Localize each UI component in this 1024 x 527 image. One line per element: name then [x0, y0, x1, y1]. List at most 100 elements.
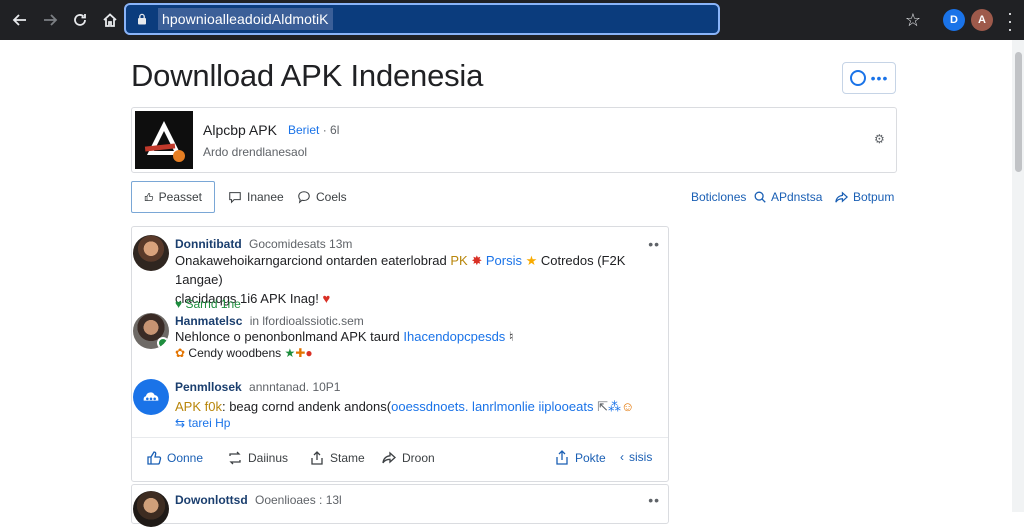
app-meta-link[interactable]: Beriet	[288, 123, 319, 137]
app-meta: Beriet · 6l	[288, 123, 339, 137]
upload-icon	[556, 450, 568, 465]
link-icon: ⇆	[175, 416, 186, 430]
scrollbar-thumb[interactable]	[1015, 52, 1022, 172]
bookmark-star-icon[interactable]: ☆	[902, 9, 924, 31]
page-options-button[interactable]: •••	[842, 62, 896, 94]
post-link[interactable]: Porsis	[482, 253, 525, 268]
extension-icon[interactable]: D	[943, 9, 965, 31]
more-icon[interactable]: ••	[648, 492, 660, 508]
app-logo	[135, 111, 193, 169]
flower-icon: ✿	[175, 346, 186, 360]
post-header: Dowonlottsd Ooenlioaes : 13l	[175, 493, 342, 507]
post-link[interactable]: Ihacendopcpesds	[403, 329, 505, 344]
post-header: Donnitibatd Gocomidesats 13m	[175, 237, 352, 251]
scrollbar[interactable]	[1012, 40, 1024, 512]
cloud-icon	[143, 392, 159, 401]
feed-card: Donnitibatd Gocomidesats 13m •• Onakaweh…	[131, 226, 669, 482]
post-author[interactable]: Donnitibatd	[175, 237, 242, 251]
link-botpum[interactable]: Botpum	[834, 181, 894, 213]
post-tag: PK	[450, 253, 468, 268]
tab-comment[interactable]: Inanee	[228, 181, 284, 213]
like-button[interactable]: Oonne	[146, 450, 203, 466]
url-text[interactable]: hpownioalleadoidAldmotiK	[158, 8, 333, 30]
address-bar[interactable]: hpownioalleadoidAldmotiK	[124, 3, 720, 35]
post-header: Penmllosek annntanad. 10P1	[175, 380, 340, 394]
more-icon[interactable]: ••	[648, 236, 660, 252]
post-meta: in lfordioalssiotic.sem	[249, 314, 364, 328]
post-reaction[interactable]: ✿ Cendy woodbens ★✚●	[175, 346, 313, 360]
avatar[interactable]	[133, 491, 169, 527]
pocket-button[interactable]: Pokte	[554, 450, 606, 466]
browser-toolbar: hpownioalleadoidAldmotiK ☆ D A · · ·	[0, 0, 1024, 40]
tab-post[interactable]: Peasset	[131, 181, 215, 213]
heart-icon: ●	[305, 346, 313, 360]
page-title: Downlload APK Indenesia	[131, 58, 484, 93]
repost-label: Daiinus	[248, 451, 289, 465]
home-icon[interactable]	[96, 6, 124, 34]
tab-post-label: Peasset	[158, 190, 202, 204]
online-badge	[157, 337, 169, 349]
post-text: APK f0k: beag cornd andenk andons(ooessd…	[175, 397, 665, 416]
settings-icon[interactable]: ⚙	[874, 133, 886, 145]
app-card[interactable]: Alpcbp APK Beriet · 6l Ardo drendlanesao…	[131, 107, 897, 173]
share-arrow-icon	[835, 190, 849, 203]
app-meta-extra: · 6l	[322, 123, 340, 137]
lock-icon	[138, 13, 146, 25]
back-icon[interactable]	[6, 6, 34, 34]
post-reaction[interactable]: ♥ Sarnd 1ne	[175, 297, 241, 311]
star-icon: ★	[525, 253, 538, 268]
link-apdnstsa[interactable]: APdnstsa	[753, 181, 822, 213]
shield-icon: ♥	[175, 297, 183, 311]
share-button[interactable]: Stame	[309, 450, 365, 466]
post-action-bar: Oonne Daiinus Stame Droon Pokte ‹ sisis	[132, 437, 668, 482]
avatar[interactable]	[133, 313, 169, 349]
post-author[interactable]: Dowonlottsd	[175, 493, 248, 507]
link-boticlones[interactable]: Boticlones	[691, 181, 746, 213]
post-tag: APK f0k	[175, 399, 222, 414]
browser-menu-icon[interactable]: · · ·	[1002, 4, 1018, 38]
profile-avatar[interactable]: A	[971, 9, 993, 31]
grid-icon: ⁂	[608, 399, 621, 414]
tab-comment-label: Inanee	[247, 190, 284, 204]
comment-icon	[229, 192, 241, 204]
chevron-icon: ‹	[620, 450, 624, 464]
reload-icon[interactable]	[66, 6, 94, 34]
save-button[interactable]: ‹ sisis	[620, 450, 652, 464]
heart-icon: ♥	[322, 291, 331, 306]
post-text-a: Nehlonce o penonbonlmand APK taurd	[175, 329, 404, 344]
post-reaction[interactable]: ⇆ tarei Hp	[175, 416, 230, 430]
tab-coels-label: Coels	[316, 190, 347, 204]
search-icon	[754, 191, 766, 203]
repost-button[interactable]: Daiinus	[227, 450, 288, 466]
post-header: Hanmatelsc in lfordioalssiotic.sem	[175, 314, 364, 328]
avatar[interactable]	[133, 235, 169, 271]
avatar[interactable]	[133, 379, 169, 415]
post-text-a: : beag cornd andenk andons(	[221, 399, 392, 414]
send-button[interactable]: Droon	[381, 450, 435, 466]
save-label: sisis	[629, 450, 653, 464]
profile-label: A	[978, 14, 986, 26]
post-text: Nehlonce o penonbonlmand APK taurd Ihace…	[175, 327, 645, 346]
like-label: Oonne	[167, 451, 204, 465]
post-author[interactable]: Hanmatelsc	[175, 314, 242, 328]
post-author[interactable]: Penmllosek	[175, 380, 242, 394]
feed-card: Dowonlottsd Ooenlioaes : 13l ••	[131, 484, 669, 527]
plus-icon: ✚	[295, 346, 306, 360]
forward-icon[interactable]	[36, 6, 64, 34]
post-text: Onakawehoikarngarciond ontarden eaterlob…	[175, 251, 645, 308]
app-name[interactable]: Alpcbp APK	[203, 122, 277, 138]
thumbs-up-icon	[144, 193, 154, 201]
emoji-icon: ☺	[621, 399, 635, 414]
action-row: Peasset Inanee Coels Boticlones APdnstsa…	[131, 181, 897, 213]
share-label: Stame	[330, 451, 365, 465]
post-link[interactable]: ooessdnoets. lanrlmonlie iiplooeats	[391, 399, 593, 414]
star-icon: ★	[284, 346, 296, 360]
chat-bubble-icon	[298, 191, 310, 204]
post-meta: Gocomidesats 13m	[249, 237, 353, 251]
pocket-label: Pokte	[575, 451, 606, 465]
send-arrow-icon	[382, 451, 396, 464]
post-meta: annntanad. 10P1	[249, 380, 341, 394]
link-apdnstsa-label: APdnstsa	[771, 190, 823, 204]
tab-coels[interactable]: Coels	[297, 181, 347, 213]
post-text-b: ♮	[505, 329, 514, 344]
